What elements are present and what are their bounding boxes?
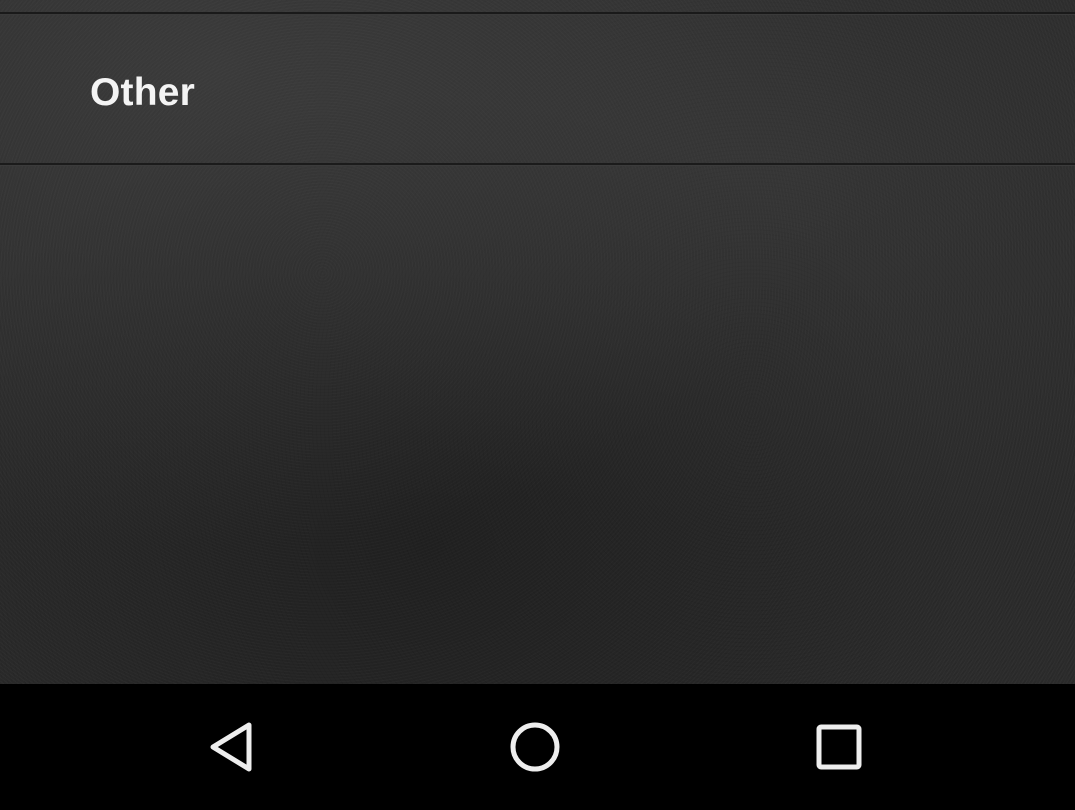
content-area: Other [0,0,1075,684]
list-item-label: Other [90,71,196,114]
recents-square-icon [816,724,862,770]
back-triangle-icon [210,722,252,772]
home-circle-icon [510,722,560,772]
android-screen: Other [0,0,1075,810]
back-button[interactable] [192,707,272,787]
home-button[interactable] [495,707,575,787]
navigation-bar [0,684,1075,810]
list-item-other[interactable]: Other [0,15,1075,166]
recents-button[interactable] [799,707,879,787]
